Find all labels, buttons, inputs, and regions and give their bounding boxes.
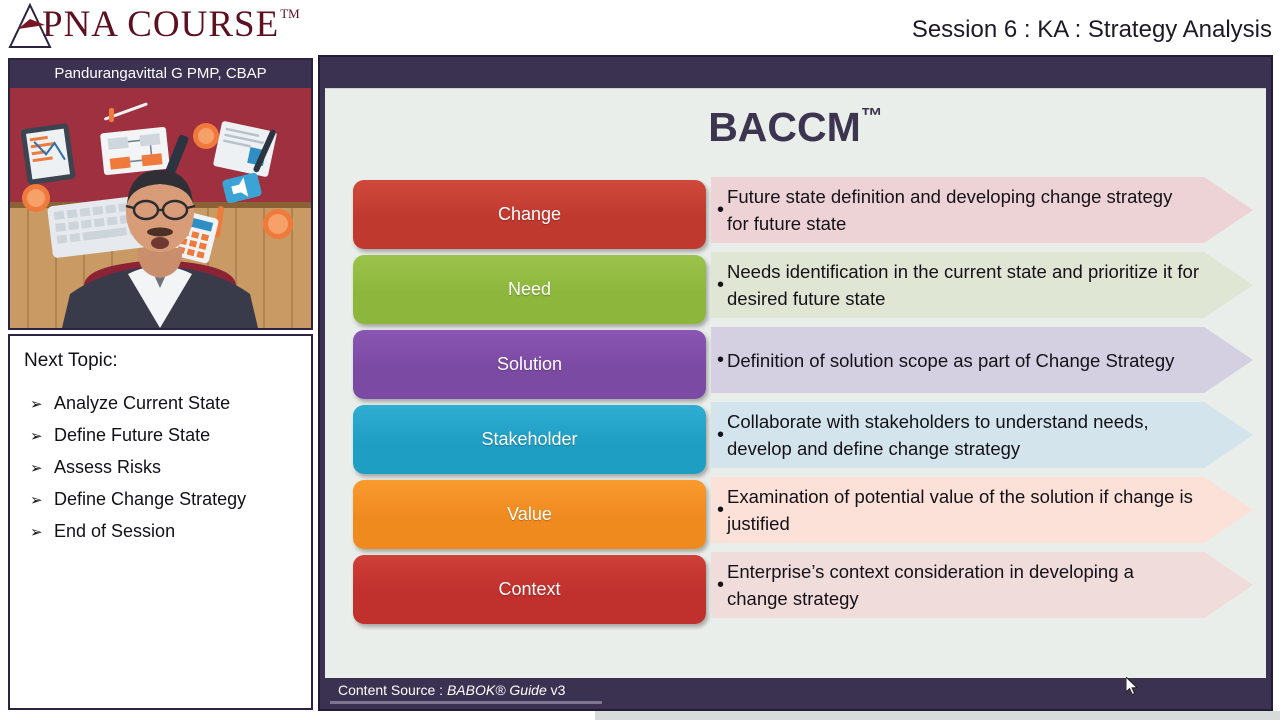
bullet-icon: • [717, 498, 725, 521]
list-item: ➢ Define Change Strategy [24, 484, 301, 516]
concept-description: Needs identification in the current stat… [727, 261, 1200, 309]
concept-description: Examination of potential value of the so… [727, 486, 1193, 534]
arrow-bullet-icon: ➢ [30, 524, 43, 541]
table-row: Solution • Definition of solution scope … [353, 327, 1253, 402]
concept-chip-solution[interactable]: Solution [353, 330, 706, 399]
bullet-icon: • [717, 348, 725, 371]
next-topic-box: Next Topic: ➢ Analyze Current State ➢ De… [8, 334, 313, 710]
chip-label: Context [498, 579, 561, 599]
concept-chip-stakeholder[interactable]: Stakeholder [353, 405, 706, 474]
footer-version: v3 [546, 682, 566, 698]
list-item: ➢ Analyze Current State [24, 388, 301, 420]
concept-arrow-change: • Future state definition and developing… [711, 177, 1253, 243]
table-row: Change • Future state definition and dev… [353, 177, 1253, 252]
slide-canvas: BACCM™ Change • Future state definition … [325, 88, 1266, 678]
footer-underline-divider [330, 701, 602, 704]
concept-chip-value[interactable]: Value [353, 480, 706, 549]
top-bar: PNA COURSE TM Session 6 : KA : Strategy … [0, 0, 1280, 52]
chip-label: Solution [496, 354, 563, 374]
chip-label: Change [497, 204, 562, 224]
chip-label: Stakeholder [481, 429, 578, 449]
trademark-icon: ™ [860, 103, 883, 128]
baccm-rows: Change • Future state definition and dev… [353, 177, 1253, 627]
left-panel: Pandurangavittal G PMP, CBAP Next Topic:… [0, 52, 318, 720]
content-source-label: Content Source : BABOK® Guide v3 [338, 682, 565, 698]
concept-arrow-stakeholder: • Collaborate with stakeholders to under… [711, 402, 1253, 468]
list-item-label: Assess Risks [54, 457, 162, 477]
concept-arrow-value: • Examination of potential value of the … [711, 477, 1253, 543]
brand-logo-group: PNA COURSE TM [6, 2, 300, 48]
arrow-bullet-icon: ➢ [30, 428, 43, 445]
list-item-label: Analyze Current State [54, 393, 231, 413]
next-topic-list: ➢ Analyze Current State ➢ Define Future … [24, 388, 301, 548]
table-row: Context • Enterprise’s context considera… [353, 552, 1253, 627]
bullet-icon: • [717, 273, 725, 296]
concept-description: Future state definition and developing c… [727, 186, 1173, 234]
triangle-a-logo-icon [6, 2, 52, 48]
concept-description: Enterprise’s context consideration in de… [727, 561, 1134, 609]
bullet-icon: • [717, 573, 725, 596]
concept-chip-context[interactable]: Context [353, 555, 706, 624]
list-item-label: End of Session [54, 521, 176, 541]
slide-frame: BACCM™ Change • Future state definition … [318, 55, 1273, 711]
concept-chip-need[interactable]: Need [353, 255, 706, 324]
concept-description: Definition of solution scope as part of … [727, 349, 1175, 371]
next-topic-heading: Next Topic: [24, 350, 118, 371]
bullet-icon: • [717, 198, 725, 221]
list-item: ➢ End of Session [24, 516, 301, 548]
slide-footer: Content Source : BABOK® Guide v3 [325, 678, 1266, 704]
bottom-strip [595, 711, 1280, 720]
table-row: Need • Needs identification in the curre… [353, 252, 1253, 327]
arrow-bullet-icon: ➢ [30, 460, 43, 477]
concept-arrow-need: • Needs identification in the current st… [711, 252, 1253, 318]
session-title: Session 6 : KA : Strategy Analysis [911, 16, 1272, 43]
list-item: ➢ Assess Risks [24, 452, 301, 484]
chip-label: Need [507, 279, 552, 299]
screen: PNA COURSE TM Session 6 : KA : Strategy … [0, 0, 1280, 720]
concept-description: Collaborate with stakeholders to underst… [727, 411, 1149, 459]
presenter-name: Pandurangavittal G PMP, CBAP [10, 60, 311, 88]
table-row: Value • Examination of potential value o… [353, 477, 1253, 552]
bullet-icon: • [717, 423, 725, 446]
list-item: ➢ Define Future State [24, 420, 301, 452]
concept-chip-change[interactable]: Change [353, 180, 706, 249]
presenter-card: Pandurangavittal G PMP, CBAP [8, 58, 313, 330]
chip-label: Value [507, 504, 552, 524]
footer-prefix: Content Source : [338, 682, 447, 698]
footer-source: BABOK® Guide [446, 682, 547, 698]
concept-arrow-context: • Enterprise’s context consideration in … [711, 552, 1253, 618]
table-row: Stakeholder • Collaborate with stakehold… [353, 402, 1253, 477]
arrow-bullet-icon: ➢ [30, 396, 43, 413]
brand-trademark: TM [280, 6, 300, 21]
concept-arrow-solution: • Definition of solution scope as part o… [711, 327, 1253, 393]
presenter-webcam-video[interactable] [10, 88, 311, 328]
page-title: BACCM™ [325, 103, 1266, 151]
slide-title-text: BACCM [708, 104, 861, 150]
list-item-label: Define Change Strategy [54, 489, 247, 509]
brand-name: PNA COURSE [42, 4, 280, 45]
list-item-label: Define Future State [54, 425, 211, 445]
arrow-bullet-icon: ➢ [30, 492, 43, 509]
